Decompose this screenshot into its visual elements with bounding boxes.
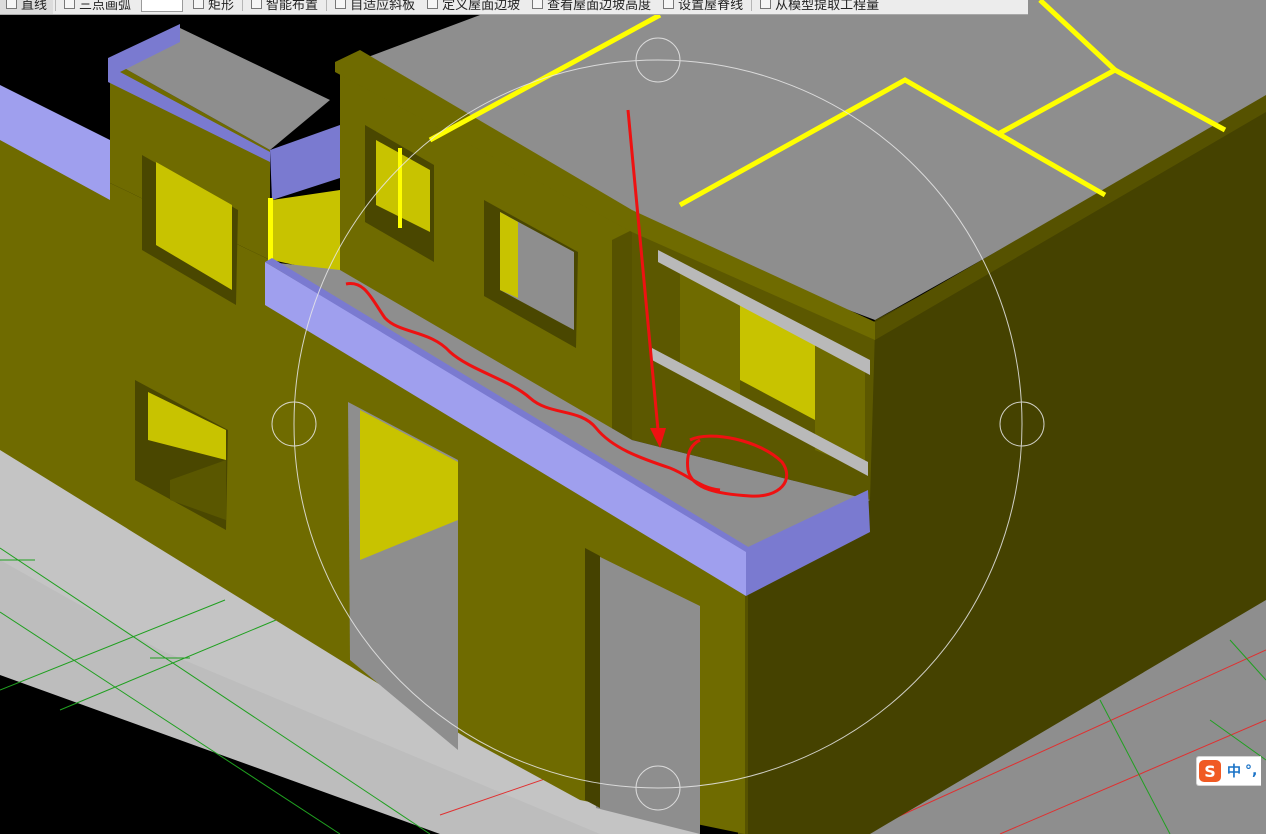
ime-status-bar[interactable]: S 中 °, [1196, 756, 1262, 786]
ridge-line-icon [663, 0, 675, 9]
ime-language-toggle[interactable]: 中 [1227, 761, 1241, 781]
toolbar-rectangle-button[interactable]: 矩形 [187, 0, 240, 14]
drawing-toolbar: 直线 三点画弧 矩形 智能布置 自适应斜板 定义屋面边坡 查看屋面边坡高度 设置… [0, 0, 1028, 15]
toolbar-extract-quantity-button[interactable]: 从模型提取工程量 [754, 0, 885, 14]
toolbar-separator [242, 0, 244, 11]
rectangle-icon [193, 0, 205, 9]
toolbar-separator [55, 0, 57, 11]
toolbar-smart-layout-button[interactable]: 智能布置 [245, 0, 324, 14]
3d-model-viewport[interactable] [0, 0, 1266, 834]
view-slope-height-icon [532, 0, 544, 9]
toolbar-separator [326, 0, 328, 11]
adaptive-slab-icon [335, 0, 347, 9]
toolbar-line-button[interactable]: 直线 [0, 0, 54, 14]
toolbar-define-roof-slope-button[interactable]: 定义屋面边坡 [421, 0, 526, 14]
toolbar-arc-button[interactable]: 三点画弧 [58, 0, 137, 14]
line-icon [6, 0, 17, 9]
extract-quantity-icon [760, 0, 772, 9]
toolbar-separator [751, 0, 753, 11]
define-roof-slope-icon [427, 0, 439, 9]
toolbar-arc-combo[interactable] [141, 0, 184, 12]
ime-logo-icon[interactable]: S [1199, 760, 1221, 782]
toolbar-ridge-line-button[interactable]: 设置屋脊线 [657, 0, 749, 14]
smart-layout-icon [251, 0, 263, 9]
arc-icon [64, 0, 76, 9]
ime-punctuation-toggle[interactable]: °, [1245, 763, 1257, 779]
toolbar-view-slope-height-button[interactable]: 查看屋面边坡高度 [526, 0, 657, 14]
toolbar-adaptive-slab-button[interactable]: 自适应斜板 [329, 0, 421, 14]
